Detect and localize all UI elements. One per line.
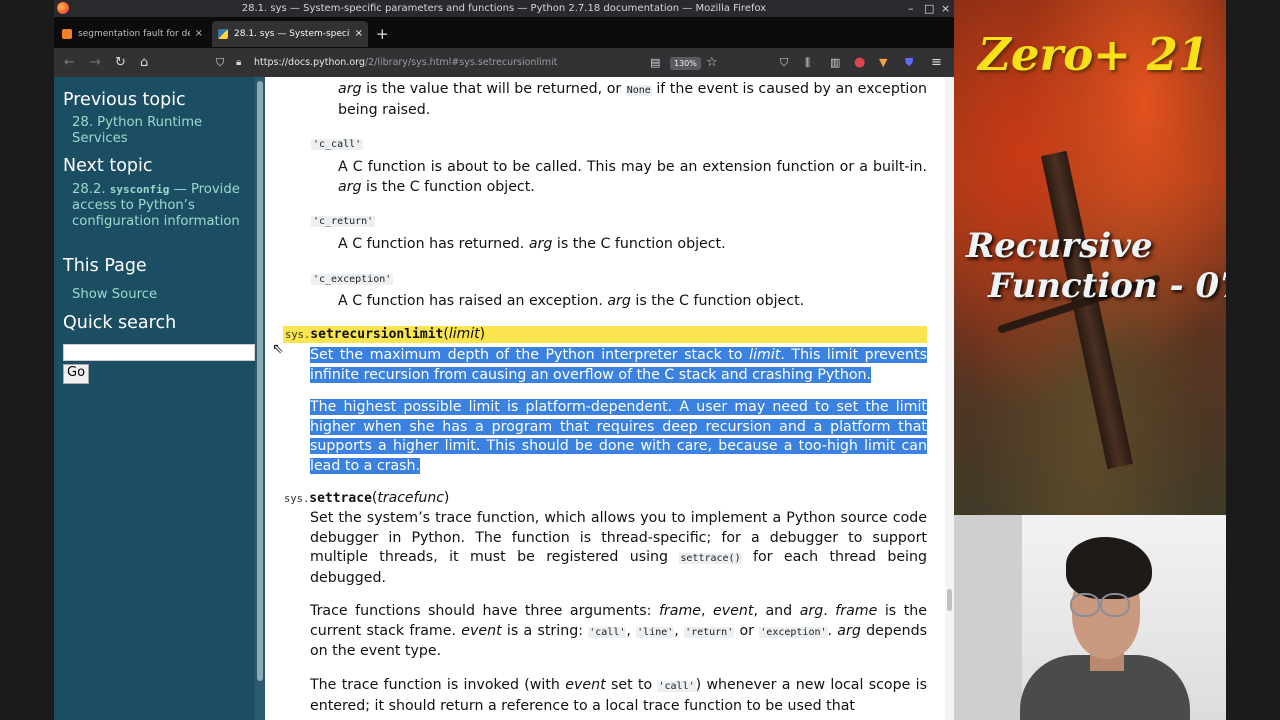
stackoverflow-favicon-icon bbox=[62, 29, 72, 39]
content-scrollbar[interactable] bbox=[945, 77, 954, 720]
addon-ublock-icon[interactable]: ● bbox=[854, 48, 865, 77]
quick-search-input[interactable] bbox=[63, 344, 255, 361]
thumbnail-subtitle-line1: Recursive bbox=[966, 226, 1153, 266]
pocket-icon[interactable]: ⛉ bbox=[780, 48, 788, 77]
settrace-description-3: The trace function is invoked (with even… bbox=[310, 677, 927, 714]
bookmark-star-icon[interactable]: ☆ bbox=[706, 48, 718, 77]
event-return-paragraph: arg is the value that will be returned, … bbox=[338, 81, 928, 118]
documentation-content: arg is the value that will be returned, … bbox=[265, 77, 945, 720]
c-call-description: A C function is about to be called. This… bbox=[338, 159, 927, 195]
back-icon[interactable]: ← bbox=[64, 48, 75, 77]
setrecursionlimit-description-1: Set the maximum depth of the Python inte… bbox=[310, 347, 927, 383]
presenter-hair bbox=[1066, 537, 1152, 599]
lock-icon[interactable]: 🔒︎ bbox=[236, 48, 241, 77]
sidebar-icon[interactable]: ▥ bbox=[830, 48, 840, 77]
python-favicon-icon bbox=[218, 29, 228, 39]
right-background-strip bbox=[1226, 0, 1280, 720]
c-return-label: 'c_return' bbox=[311, 216, 376, 227]
tab-label: segmentation fault for deep r bbox=[78, 29, 190, 39]
tab-label: 28.1. sys — System-specific pa bbox=[234, 29, 350, 39]
maximize-button[interactable]: □ bbox=[924, 0, 934, 17]
previous-topic-heading: Previous topic bbox=[63, 90, 186, 110]
menu-icon[interactable]: ≡ bbox=[931, 48, 942, 77]
zoom-level-badge[interactable]: 130% bbox=[670, 57, 701, 70]
tracking-shield-icon[interactable]: ⛉ bbox=[216, 48, 224, 77]
minimize-button[interactable]: – bbox=[908, 0, 914, 17]
setrecursionlimit-signature[interactable]: sys.setrecursionlimit(limit) bbox=[283, 326, 927, 343]
video-thumbnail-panel: Zero+ 21 Recursive Function - 07 bbox=[954, 0, 1226, 515]
tab-python-docs[interactable]: 28.1. sys — System-specific pa × bbox=[212, 21, 368, 47]
setrecursionlimit-description-2: The highest possible limit is platform-d… bbox=[310, 399, 927, 474]
addon-fox-icon[interactable]: ▼ bbox=[879, 48, 887, 77]
go-button[interactable]: Go bbox=[63, 364, 90, 384]
tab-stackoverflow[interactable]: segmentation fault for deep r × bbox=[56, 21, 208, 47]
this-page-heading: This Page bbox=[63, 256, 147, 276]
new-tab-button[interactable]: + bbox=[376, 21, 389, 47]
url-bar[interactable]: ⛉ 🔒︎ https://docs.python.org/2/library/s… bbox=[204, 51, 724, 74]
tab-bar: segmentation fault for deep r × 28.1. sy… bbox=[54, 17, 954, 48]
reload-icon[interactable]: ↻ bbox=[115, 48, 126, 77]
tab-close-icon[interactable]: × bbox=[355, 21, 363, 47]
content-scroll-thumb[interactable] bbox=[947, 589, 952, 611]
next-topic-link[interactable]: 28.2. sysconfig — Provide access to Pyth… bbox=[72, 182, 247, 230]
settrace-description-2: Trace functions should have three argume… bbox=[310, 603, 927, 659]
c-exception-label: 'c_exception' bbox=[311, 274, 394, 285]
tab-close-icon[interactable]: × bbox=[195, 21, 203, 47]
window-title: 28.1. sys — System-specific parameters a… bbox=[241, 3, 767, 14]
next-topic-heading: Next topic bbox=[63, 156, 153, 176]
browser-window: 28.1. sys — System-specific parameters a… bbox=[54, 0, 954, 720]
url-text[interactable]: https://docs.python.org/2/library/sys.ht… bbox=[254, 51, 557, 74]
show-source-link[interactable]: Show Source bbox=[72, 287, 247, 303]
navigation-toolbar: ← → ↻ ⌂ ⛉ 🔒︎ https://docs.python.org/2/l… bbox=[54, 48, 954, 77]
docs-sidebar: Previous topic 28. Python Runtime Servic… bbox=[54, 77, 255, 720]
settrace-signature[interactable]: sys.settrace(tracefunc) bbox=[284, 490, 449, 508]
settrace-description-1: Set the system’s trace function, which a… bbox=[310, 510, 927, 586]
c-return-description: A C function has returned. arg is the C … bbox=[338, 236, 726, 252]
forward-icon[interactable]: → bbox=[90, 48, 101, 77]
glasses-right-lens bbox=[1100, 593, 1130, 617]
thumbnail-subtitle-line2: Function - 07 bbox=[988, 266, 1226, 306]
mouse-cursor-icon: ⇖ bbox=[272, 341, 284, 357]
library-icon[interactable]: ⫼ bbox=[805, 48, 810, 77]
addon-shield-icon[interactable]: ⛊ bbox=[905, 48, 913, 77]
reader-view-icon[interactable]: ▤ bbox=[650, 48, 660, 77]
close-window-button[interactable]: × bbox=[941, 0, 950, 17]
title-bar: 28.1. sys — System-specific parameters a… bbox=[54, 0, 954, 17]
previous-topic-link[interactable]: 28. Python Runtime Services bbox=[72, 115, 247, 147]
c-exception-description: A C function has raised an exception. ar… bbox=[338, 293, 805, 309]
thumbnail-title: Zero+ 21 bbox=[978, 28, 1210, 81]
quick-search-heading: Quick search bbox=[63, 313, 177, 333]
glasses-left-lens bbox=[1070, 593, 1100, 617]
sidebar-scrollbar[interactable] bbox=[255, 77, 265, 720]
wall-graphic bbox=[954, 515, 1022, 720]
c-call-label: 'c_call' bbox=[311, 139, 364, 150]
webcam-feed bbox=[954, 515, 1226, 720]
sidebar-scroll-thumb[interactable] bbox=[257, 81, 263, 681]
home-icon[interactable]: ⌂ bbox=[140, 48, 148, 77]
